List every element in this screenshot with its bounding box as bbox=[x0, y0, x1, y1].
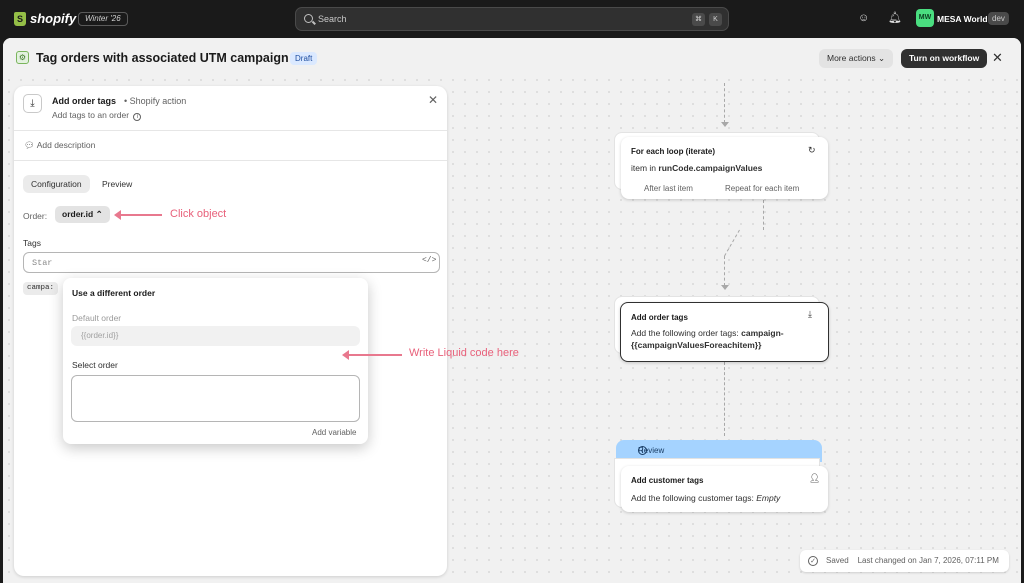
arrowhead bbox=[721, 122, 729, 127]
divider bbox=[14, 160, 447, 161]
loop-node-body: item in runCode.campaignValues bbox=[631, 162, 762, 174]
customer-tags-node-body: Add the following customer tags: Empty bbox=[631, 492, 780, 504]
order-tags-node[interactable]: Add order tags ⤓ Add the following order… bbox=[620, 302, 829, 362]
annotation-write-liquid: Write Liquid code here bbox=[409, 347, 519, 359]
edition-badge: Winter '26 bbox=[78, 12, 128, 26]
tags-label: Tags bbox=[23, 238, 41, 248]
liquid-code-textarea[interactable] bbox=[71, 375, 360, 422]
close-icon[interactable]: ✕ bbox=[428, 93, 438, 107]
chevron-up-icon: ⌃ bbox=[95, 209, 103, 219]
page-title: Tag orders with associated UTM campaign bbox=[36, 51, 289, 65]
tab-configuration[interactable]: Configuration bbox=[23, 175, 90, 193]
annotation-arrow bbox=[114, 210, 162, 220]
connector-line bbox=[724, 256, 725, 286]
order-tags-node-body: Add the following order tags: campaign-{… bbox=[631, 327, 826, 351]
arrowhead bbox=[721, 285, 729, 290]
store-avatar[interactable]: MW bbox=[916, 9, 934, 27]
panel-type-text: Shopify action bbox=[129, 96, 187, 106]
save-status: ✓ Saved Last changed on Jan 7, 2026, 07:… bbox=[800, 550, 1009, 572]
panel-subtitle-text: Add tags to an order bbox=[52, 110, 130, 120]
shopify-logo[interactable]: shopify bbox=[14, 11, 76, 26]
connector-line bbox=[724, 362, 725, 436]
order-select-popover: Use a different order Default order {{or… bbox=[63, 278, 368, 444]
annotation-click-object: Click object bbox=[170, 208, 227, 220]
order-object-button[interactable]: order.id ⌃ bbox=[55, 206, 110, 223]
check-circle-icon: ✓ bbox=[808, 556, 818, 566]
order-label: Order: bbox=[23, 211, 48, 221]
add-description-label: Add description bbox=[36, 140, 96, 150]
panel-subtitle: Add tags to an order i bbox=[52, 110, 142, 121]
workflow-header: ⚙ Tag orders with associated UTM campaig… bbox=[3, 38, 1021, 78]
tags-input[interactable]: Star bbox=[23, 252, 440, 273]
bell-icon[interactable]: 🔔︎ bbox=[888, 12, 902, 24]
panel-title: Add order tags bbox=[52, 96, 117, 106]
search-placeholder: Search bbox=[318, 14, 347, 24]
download-icon: ⤓ bbox=[808, 309, 812, 319]
customer-body-prefix: Add the following customer tags: bbox=[631, 493, 754, 503]
close-icon[interactable]: ✕ bbox=[992, 50, 1003, 66]
connector-line bbox=[724, 83, 725, 123]
more-actions-label: More actions bbox=[827, 53, 876, 63]
comment-icon: 💬︎ bbox=[24, 140, 35, 150]
info-icon[interactable]: i bbox=[133, 113, 142, 121]
last-changed: Last changed on Jan 7, 2026, 07:11 PM bbox=[857, 556, 999, 565]
more-actions-button[interactable]: More actions ⌄ bbox=[819, 49, 894, 68]
tags-body-prefix: Add the following order tags: bbox=[631, 328, 739, 338]
popover-title: Use a different order bbox=[72, 288, 156, 298]
default-order-placeholder: {{order.id}} bbox=[81, 331, 119, 340]
panel-separator: • bbox=[124, 96, 128, 106]
customer-tags-node[interactable]: Add customer tags 👤︎ Add the following c… bbox=[621, 466, 828, 512]
order-tags-node-title: Add order tags bbox=[631, 313, 688, 322]
chevron-down-icon: ⌄ bbox=[878, 53, 886, 63]
branch-after-last: After last item bbox=[644, 184, 693, 193]
store-name[interactable]: MESA World bbox=[937, 14, 988, 24]
workflow-editor: ⚙ Tag orders with associated UTM campaig… bbox=[3, 38, 1021, 583]
panel-type: • Shopify action bbox=[124, 96, 186, 106]
refresh-icon: ↻ bbox=[808, 145, 816, 155]
add-variable-link[interactable]: Add variable bbox=[312, 428, 356, 437]
tag-chip[interactable]: campa: bbox=[23, 282, 59, 295]
logo-text: shopify bbox=[30, 11, 77, 26]
code-icon[interactable]: </> bbox=[422, 256, 436, 265]
loop-node[interactable]: For each loop (iterate) ↻ item in runCod… bbox=[621, 137, 828, 199]
person-icon: 👤︎ bbox=[809, 473, 821, 483]
flow-icon: ⚙ bbox=[16, 51, 29, 64]
action-panel: ⤓ Add order tags • Shopify action Add ta… bbox=[14, 86, 447, 576]
default-order-label: Default order bbox=[72, 313, 122, 323]
connector-line bbox=[763, 200, 764, 230]
branch-repeat: Repeat for each item bbox=[725, 184, 800, 193]
connector-line bbox=[724, 229, 740, 257]
review-label: Review bbox=[638, 446, 665, 455]
customer-tags-node-title: Add customer tags bbox=[631, 476, 704, 485]
annotation-arrow bbox=[342, 350, 402, 360]
tags-input-value: Star bbox=[32, 258, 53, 268]
sidekick-icon[interactable]: ☺ bbox=[858, 12, 869, 24]
download-icon: ⤓ bbox=[23, 94, 42, 113]
loop-body-prefix: item in bbox=[631, 163, 657, 173]
order-value: order.id bbox=[62, 209, 94, 219]
loop-body-value: runCode.campaignValues bbox=[658, 163, 763, 173]
tab-preview[interactable]: Preview bbox=[94, 175, 140, 193]
customer-body-value: Empty bbox=[756, 493, 781, 503]
add-description-button[interactable]: 💬︎ Add description bbox=[24, 140, 95, 151]
top-bar: shopify Winter '26 Search ⌘ K ☺ 🔔︎ MW ME… bbox=[0, 0, 1024, 37]
select-order-label: Select order bbox=[72, 360, 118, 370]
default-order-field: {{order.id}} bbox=[71, 326, 360, 346]
search-bar[interactable]: Search ⌘ K bbox=[295, 7, 729, 31]
status-badge: Draft bbox=[290, 52, 318, 65]
k-key: K bbox=[709, 13, 722, 26]
loop-node-title: For each loop (iterate) bbox=[631, 147, 716, 156]
search-icon bbox=[304, 14, 313, 23]
divider bbox=[14, 130, 447, 131]
dev-badge: dev bbox=[988, 12, 1009, 25]
turn-on-workflow-button[interactable]: Turn on workflow bbox=[901, 49, 988, 68]
saved-label: Saved bbox=[826, 556, 849, 565]
shopify-bag-icon bbox=[14, 11, 26, 26]
command-key: ⌘ bbox=[692, 13, 705, 26]
